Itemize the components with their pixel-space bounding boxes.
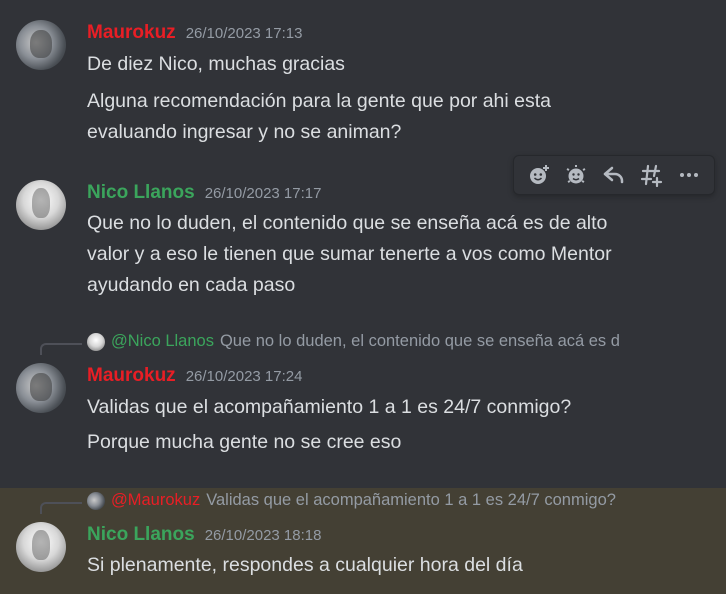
reply-mention[interactable]: @Maurokuz (111, 491, 200, 510)
add-reaction-icon[interactable] (524, 160, 554, 190)
avatar-face (30, 30, 52, 58)
reply-spine (40, 343, 82, 355)
more-options-icon[interactable] (674, 160, 704, 190)
avatar[interactable] (16, 522, 66, 572)
message-header: Maurokuz 26/10/2023 17:13 (87, 22, 302, 44)
message-text: Si plenamente, respondes a cualquier hor… (87, 554, 523, 576)
message-header: Nico Llanos 26/10/2023 18:18 (87, 524, 321, 546)
author-name[interactable]: Nico Llanos (87, 182, 195, 204)
reply-preview[interactable]: @Nico Llanos Que no lo duden, el conteni… (87, 332, 677, 351)
author-name[interactable]: Nico Llanos (87, 524, 195, 546)
message-text: Validas que el acompañamiento 1 a 1 es 2… (87, 396, 572, 418)
timestamp[interactable]: 26/10/2023 17:17 (205, 185, 322, 202)
message-text: Porque mucha gente no se cree eso (87, 431, 402, 453)
message-text: ayudando en cada paso (87, 274, 296, 296)
avatar[interactable] (16, 363, 66, 413)
message-text: Alguna recomendación para la gente que p… (87, 90, 551, 112)
timestamp[interactable]: 26/10/2023 17:24 (186, 368, 303, 385)
avatar[interactable] (16, 180, 66, 230)
reply-avatar (87, 491, 105, 510)
author-name[interactable]: Maurokuz (87, 22, 176, 44)
author-name[interactable]: Maurokuz (87, 365, 176, 387)
create-thread-icon[interactable] (637, 160, 667, 190)
reply-spine (40, 502, 82, 514)
reply-preview[interactable]: @Maurokuz Validas que el acompañamiento … (87, 491, 677, 510)
message-header: Maurokuz 26/10/2023 17:24 (87, 365, 302, 387)
message-text: valor y a eso le tienen que sumar tenert… (87, 243, 612, 265)
timestamp[interactable]: 26/10/2023 18:18 (205, 527, 322, 544)
avatar-face (32, 530, 50, 560)
message-header: Nico Llanos 26/10/2023 17:17 (87, 182, 321, 204)
message-text: Que no lo duden, el contenido que se ens… (87, 212, 608, 234)
avatar[interactable] (16, 20, 66, 70)
avatar-face (30, 373, 52, 401)
reply-text[interactable]: Que no lo duden, el contenido que se ens… (220, 332, 620, 351)
reply-icon[interactable] (599, 160, 629, 190)
message-actions-toolbar (513, 155, 715, 195)
super-reaction-icon[interactable] (561, 160, 591, 190)
timestamp[interactable]: 26/10/2023 17:13 (186, 25, 303, 42)
reply-text[interactable]: Validas que el acompañamiento 1 a 1 es 2… (206, 491, 616, 510)
message-text: evaluando ingresar y no se animan? (87, 121, 402, 143)
avatar-face (32, 188, 50, 218)
message-text: De diez Nico, muchas gracias (87, 53, 345, 75)
reply-avatar (87, 332, 105, 351)
reply-mention[interactable]: @Nico Llanos (111, 332, 214, 351)
